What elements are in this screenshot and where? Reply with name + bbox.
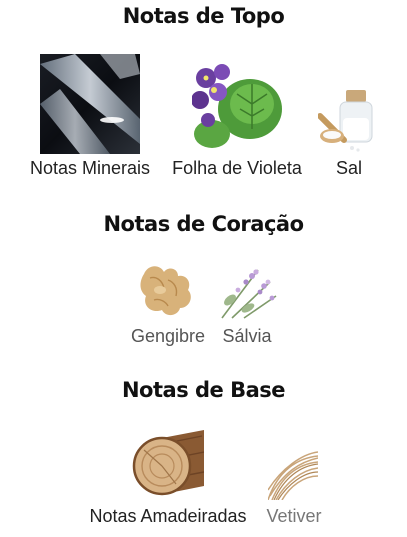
wood-image [132,428,204,500]
note-label: Folha de Violeta [172,158,302,178]
section-title-top-notes: Notas de Topo [122,4,285,28]
note-label: Notas Amadeiradas [89,506,247,526]
note-label: Sálvia [222,326,272,346]
section-title-base-notes: Notas de Base [121,378,286,402]
ginger-image [138,260,198,320]
minerals-image [40,54,140,154]
note-label: Sal [335,158,363,178]
sage-image [218,260,278,320]
note-label: Gengibre [130,326,206,346]
vetiver-image [268,450,318,500]
note-label: Notas Minerais [29,158,151,178]
section-title-heart-notes: Notas de Coração [103,212,304,236]
salt-image [318,88,378,154]
note-label: Vetiver [266,506,322,526]
violet-leaf-image [192,64,282,154]
